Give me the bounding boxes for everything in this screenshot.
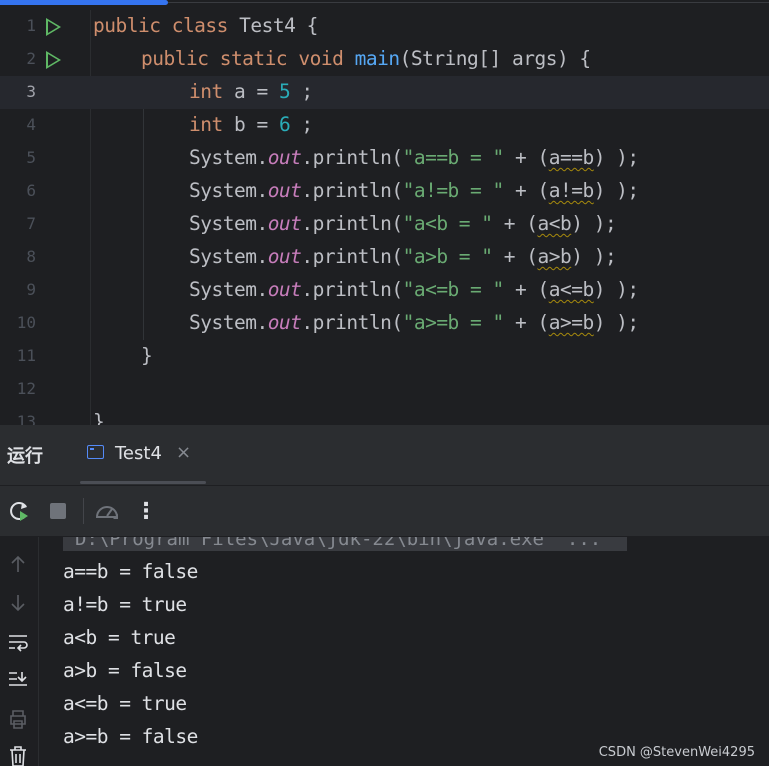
code-text: public class Test4 { <box>93 14 318 37</box>
code-line-1[interactable]: 1 public class Test4 { <box>0 10 769 43</box>
line-number: 7 <box>26 214 36 233</box>
watermark: CSDN @StevenWei4295 <box>598 745 755 760</box>
run-toolbar: ⋮ <box>0 486 769 537</box>
line-number: 13 <box>16 412 36 425</box>
line-number: 4 <box>26 115 36 134</box>
line-number: 1 <box>26 16 36 35</box>
code-line-10[interactable]: 10 System.out.println("a>=b = " + (a>=b)… <box>0 307 769 340</box>
profiler-icon[interactable] <box>92 486 122 536</box>
trash-icon[interactable] <box>5 743 31 766</box>
print-icon[interactable] <box>5 706 31 732</box>
output-line: a>=b = false <box>63 725 198 748</box>
code-line-3[interactable]: 3 int a = 5 ; <box>0 76 769 109</box>
code-line-8[interactable]: 8 System.out.println("a>b = " + (a>b) ); <box>0 241 769 274</box>
more-options-icon[interactable]: ⋮ <box>132 486 160 536</box>
output-line: a<b = true <box>63 626 176 649</box>
console-side-toolbar <box>0 537 39 766</box>
line-number: 11 <box>16 346 36 365</box>
command-line-text[interactable]: D:\Program Files\Java\jdk-22\bin\java.ex… <box>63 537 627 551</box>
run-main-gutter-icon[interactable] <box>46 51 61 69</box>
code-line-12[interactable]: 12 <box>0 373 769 406</box>
line-number: 5 <box>26 148 36 167</box>
console-icon <box>87 445 104 459</box>
code-text: System.out.println("a!=b = " + (a!=b) ); <box>189 179 639 202</box>
stop-icon[interactable] <box>44 486 72 536</box>
code-text: } <box>141 344 153 367</box>
arrow-up-icon[interactable] <box>5 551 31 577</box>
warning-expression: a<b <box>537 212 572 235</box>
warning-expression: a>b <box>537 245 572 268</box>
output-line: a>b = false <box>63 659 187 682</box>
arrow-down-icon[interactable] <box>5 590 31 616</box>
line-number: 6 <box>26 181 36 200</box>
code-line-5[interactable]: 5 System.out.println("a==b = " + (a==b) … <box>0 142 769 175</box>
output-line: a!=b = true <box>63 593 187 616</box>
code-line-4[interactable]: 4 int b = 6 ; <box>0 109 769 142</box>
warning-expression: a>=b <box>548 311 594 334</box>
soft-wrap-icon[interactable] <box>5 629 31 655</box>
run-tool-window-header: 运行 Test4 × <box>0 425 769 486</box>
scroll-to-end-icon[interactable] <box>5 667 31 693</box>
code-text: System.out.println("a<=b = " + (a<=b) ); <box>189 278 639 301</box>
tab-active-indicator <box>80 481 206 484</box>
run-class-gutter-icon[interactable] <box>46 18 61 36</box>
warning-expression: a<=b <box>548 278 594 301</box>
console-output[interactable]: D:\Program Files\Java\jdk-22\bin\java.ex… <box>0 537 769 766</box>
code-line-11[interactable]: 11 } <box>0 340 769 373</box>
code-text: int a = 5 ; <box>189 80 313 103</box>
close-icon[interactable]: × <box>176 442 191 463</box>
run-tool-window-title: 运行 <box>7 446 43 467</box>
code-line-9[interactable]: 9 System.out.println("a<=b = " + (a<=b) … <box>0 274 769 307</box>
tab-label: Test4 <box>115 443 162 464</box>
line-number: 3 <box>26 82 36 101</box>
code-text: System.out.println("a<b = " + (a<b) ); <box>189 212 617 235</box>
tab-test4[interactable]: Test4 × <box>80 425 206 485</box>
line-number: 9 <box>26 280 36 299</box>
code-text: System.out.println("a>=b = " + (a>=b) ); <box>189 311 639 334</box>
code-line-7[interactable]: 7 System.out.println("a<b = " + (a<b) ); <box>0 208 769 241</box>
rerun-icon[interactable] <box>4 486 34 536</box>
line-number: 2 <box>26 49 36 68</box>
code-line-2[interactable]: 2 public static void main(String[] args)… <box>0 43 769 76</box>
code-line-13[interactable]: 13 } <box>0 406 769 425</box>
warning-expression: a==b <box>548 146 594 169</box>
toolbar-separator <box>83 498 84 524</box>
code-text: System.out.println("a>b = " + (a>b) ); <box>189 245 617 268</box>
code-text: System.out.println("a==b = " + (a==b) ); <box>189 146 639 169</box>
code-text: public static void main(String[] args) { <box>141 47 591 70</box>
progress-bar <box>0 0 168 5</box>
code-line-6[interactable]: 6 System.out.println("a!=b = " + (a!=b) … <box>0 175 769 208</box>
line-number: 12 <box>16 379 36 398</box>
line-number: 8 <box>26 247 36 266</box>
editor-top-border <box>168 2 769 3</box>
output-line: a<=b = true <box>63 692 187 715</box>
code-text: } <box>93 410 105 425</box>
line-number: 10 <box>16 313 36 332</box>
code-text: int b = 6 ; <box>189 113 313 136</box>
code-editor[interactable]: 1 public class Test4 { 2 public static v… <box>0 0 769 425</box>
warning-expression: a!=b <box>548 179 594 202</box>
output-line: a==b = false <box>63 560 198 583</box>
